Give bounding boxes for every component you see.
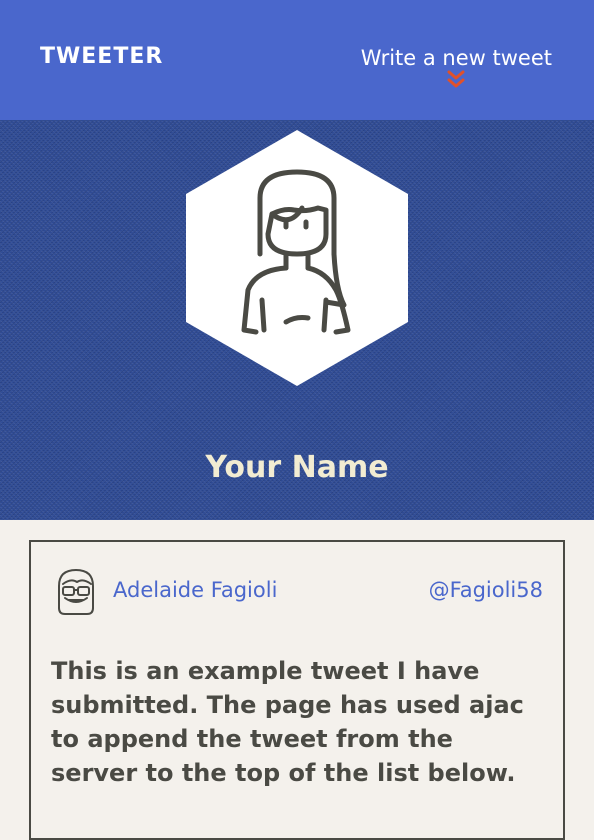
write-new-tweet-label[interactable]: Write a new tweet (361, 44, 552, 72)
tweet-card: Adelaide Fagioli @Fagioli58 This is an e… (29, 540, 565, 840)
tweet-author-handle[interactable]: @Fagioli58 (429, 578, 543, 602)
tweet-text: This is an example tweet I have submitte… (51, 657, 524, 787)
profile-banner: Your Name (0, 120, 594, 520)
profile-name: Your Name (205, 450, 389, 485)
tweet-header: Adelaide Fagioli @Fagioli58 (51, 564, 543, 616)
app-logo[interactable]: TWEETER (40, 44, 163, 69)
tweet-feed: Adelaide Fagioli @Fagioli58 This is an e… (0, 520, 594, 840)
double-chevron-down-icon[interactable] (445, 70, 467, 90)
write-new-tweet-button[interactable]: Write a new tweet (361, 44, 552, 90)
top-navbar: TWEETER Write a new tweet (0, 0, 594, 120)
tweet-author-name[interactable]: Adelaide Fagioli (113, 578, 429, 602)
girl-with-glasses-avatar-icon (58, 569, 94, 615)
profile-avatar (186, 130, 408, 386)
